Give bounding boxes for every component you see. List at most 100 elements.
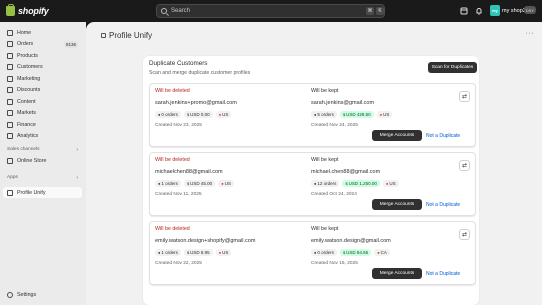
created-date: Created Nov 23, 2025: [155, 123, 202, 128]
created-date: Created Nov 22, 2025: [155, 261, 202, 266]
shopify-logo[interactable]: shopify: [6, 4, 49, 17]
orders-count-badge: 8136: [63, 40, 78, 48]
location-pin-icon: ●: [221, 181, 224, 186]
orders-chip: ● 1 orders: [155, 249, 181, 256]
sidebar-item-analytics[interactable]: Analytics: [3, 131, 82, 142]
location-pin-icon: ●: [218, 112, 222, 117]
customer-stats: ● 1 orders $ USD 45.00 ● US: [155, 180, 234, 187]
customer-email: michael.chen88@gmail.com: [311, 169, 381, 175]
sidebar-item-label: Profile Unify: [17, 189, 46, 196]
sidebar-item-label: Settings: [17, 292, 37, 298]
sidebar-item-label: Markets: [17, 110, 36, 116]
amount-spent: USD 0.00: [190, 112, 210, 117]
duplicate-customers-card: Duplicate Customers Scan and merge dupli…: [143, 56, 479, 305]
created-date: Created Nov 24, 2025: [311, 123, 358, 128]
spent-chip: $ USD 1,250.00: [342, 180, 380, 187]
dollar-icon: $: [342, 250, 346, 255]
duplicate-pair: Will be deleted michaelchen88@gmail.com …: [149, 152, 476, 216]
deleted-customer: Will be deleted emily.watson.design+shop…: [155, 222, 305, 286]
sidebar-item-home[interactable]: Home: [3, 27, 82, 38]
scan-for-duplicates-button[interactable]: Scan for Duplicates: [428, 62, 477, 73]
spent-chip: $ USD 0.00: [183, 111, 213, 118]
orders-chip: ● 12 orders: [311, 180, 340, 187]
will-be-deleted-label: Will be deleted: [155, 88, 190, 94]
sidebar-item-orders[interactable]: Orders 8136: [3, 39, 82, 50]
bell-icon[interactable]: [475, 7, 483, 15]
sidebar-item-label: Online Store: [17, 158, 47, 164]
sidebar-item-settings[interactable]: Settings: [3, 290, 82, 301]
store-name[interactable]: my shop2: [502, 8, 526, 14]
sidebar-item-products[interactable]: Products: [3, 50, 82, 61]
markets-icon: [7, 110, 13, 116]
orders-count: 0 orders: [161, 112, 178, 117]
country-code: US: [224, 181, 231, 186]
customer-email: sarah.jenkins+promo@gmail.com: [155, 100, 237, 106]
merge-accounts-button[interactable]: Merge Accounts: [372, 130, 422, 141]
country-chip: ● US: [218, 180, 234, 187]
deleted-customer: Will be deleted sarah.jenkins+promo@gmai…: [155, 84, 305, 148]
sidebar-item-label: Analytics: [17, 133, 39, 139]
chevron-right-icon[interactable]: ›: [76, 175, 78, 181]
orders-count: 12 orders: [317, 181, 337, 186]
swap-icon[interactable]: ⇄: [459, 160, 470, 171]
orders-count: 5 orders: [317, 112, 334, 117]
chevron-right-icon[interactable]: ›: [76, 147, 78, 153]
gear-icon: [7, 292, 13, 298]
location-pin-icon: ●: [377, 250, 380, 255]
apps-heading[interactable]: Apps: [7, 175, 18, 180]
orders-count: 1 orders: [161, 181, 178, 186]
country-code: US: [222, 112, 229, 117]
user-avatar[interactable]: DSY: [524, 6, 536, 14]
store-avatar[interactable]: my: [490, 5, 500, 16]
sidebar-item-label: Discounts: [17, 87, 41, 93]
swap-icon[interactable]: ⇄: [459, 91, 470, 102]
search-input[interactable]: Search ⌘ K: [156, 4, 385, 18]
duplicate-pair: Will be deleted sarah.jenkins+promo@gmai…: [149, 83, 476, 147]
sidebar-item-label: Marketing: [17, 75, 41, 82]
sidebar-item-finance[interactable]: Finance: [3, 119, 82, 130]
customer-email: michaelchen88@gmail.com: [155, 169, 223, 175]
sidebar-item-label: Finance: [17, 121, 36, 128]
not-a-duplicate-link[interactable]: Not a Duplicate: [426, 133, 460, 139]
not-a-duplicate-link[interactable]: Not a Duplicate: [426, 202, 460, 208]
swap-icon[interactable]: ⇄: [459, 229, 470, 240]
spent-chip: $ USD 428.50: [339, 111, 374, 118]
orders-chip: ● 1 orders: [155, 180, 181, 187]
will-be-kept-label: Will be kept: [311, 88, 339, 94]
discounts-icon: [7, 87, 13, 93]
merge-accounts-button[interactable]: Merge Accounts: [372, 199, 422, 210]
sidebar-item-content[interactable]: Content: [3, 96, 82, 107]
store-icon[interactable]: [460, 7, 468, 15]
bag-icon: ●: [314, 112, 317, 117]
country-chip: ● US: [382, 180, 399, 187]
dollar-icon: $: [186, 112, 190, 117]
card-title: Duplicate Customers: [149, 60, 208, 67]
sales-channels-heading[interactable]: Sales channels: [7, 147, 40, 152]
products-icon: [7, 52, 13, 59]
not-a-duplicate-link[interactable]: Not a Duplicate: [426, 271, 460, 277]
merge-accounts-button[interactable]: Merge Accounts: [372, 268, 422, 279]
sidebar-item-customers[interactable]: Customers: [3, 62, 82, 73]
dollar-icon: $: [186, 250, 190, 255]
shopify-bag-icon: [6, 4, 15, 16]
sidebar-item-discounts[interactable]: Discounts: [3, 85, 82, 96]
sidebar-item-label: Orders: [17, 41, 34, 47]
bag-icon: ●: [314, 250, 317, 255]
created-date: Created Oct 24, 2024: [311, 192, 357, 197]
more-actions-icon[interactable]: ···: [526, 30, 535, 37]
sidebar-item-markets[interactable]: Markets: [3, 108, 82, 119]
amount-spent: USD 428.50: [346, 112, 371, 117]
search-icon: [161, 8, 167, 14]
orders-icon: [7, 41, 13, 47]
sidebar-item-marketing[interactable]: Marketing: [3, 73, 82, 84]
sidebar-item-profile-unify[interactable]: Profile Unify: [3, 187, 82, 198]
country-chip: ● CA: [374, 249, 390, 256]
deleted-customer: Will be deleted michaelchen88@gmail.com …: [155, 153, 305, 217]
sidebar-item-online-store[interactable]: Online Store: [3, 156, 82, 167]
orders-chip: ● 5 orders: [311, 111, 337, 118]
customer-stats: ● 0 orders $ USD 84.65 ● CA: [311, 249, 390, 256]
amount-spent: USD 1,250.00: [348, 181, 377, 186]
location-pin-icon: ●: [379, 112, 383, 117]
marketing-icon: [7, 75, 13, 82]
top-bar: shopify Search ⌘ K my my shop2 DSY: [0, 0, 542, 22]
